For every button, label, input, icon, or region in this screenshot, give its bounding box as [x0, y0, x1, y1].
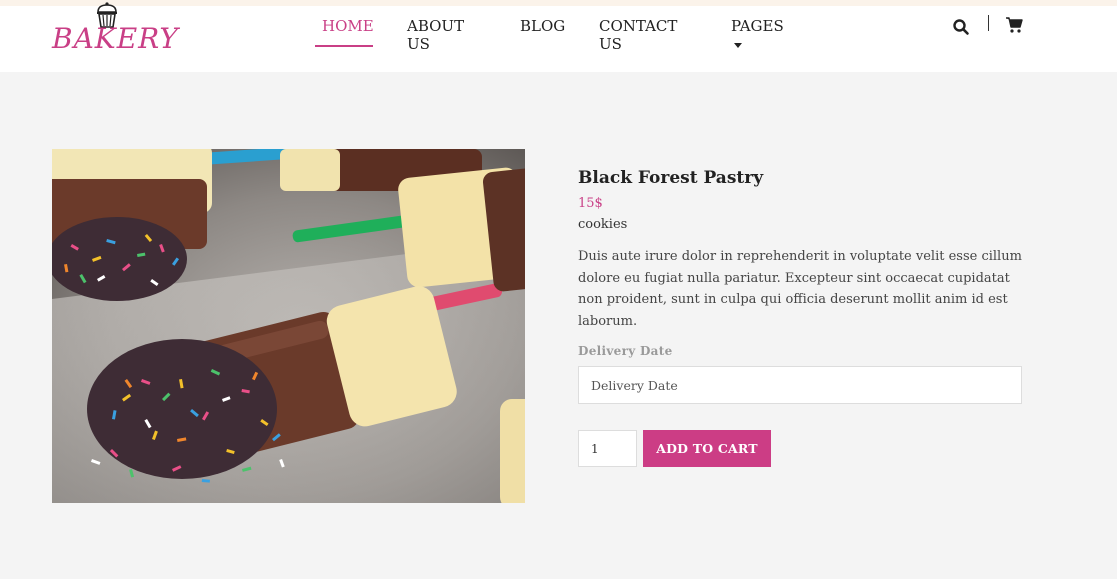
nav-pages-dropdown[interactable]: PAGES — [731, 17, 784, 53]
bakery-logo[interactable]: BAKERY — [52, 2, 178, 68]
header-divider — [988, 15, 989, 31]
logo-text: BAKERY — [52, 22, 179, 55]
add-to-cart-button[interactable]: ADD TO CART — [643, 430, 771, 467]
caret-down-icon — [734, 42, 742, 48]
search-icon[interactable] — [952, 18, 970, 36]
nav-blog[interactable]: BLOG — [520, 17, 565, 35]
product-description: Duis aute irure dolor in reprehenderit i… — [578, 249, 1022, 329]
active-nav-underline — [315, 45, 373, 47]
nav-home[interactable]: HOME — [322, 17, 374, 35]
product-category: cookies — [578, 217, 628, 232]
add-to-cart-row: ADD TO CART — [578, 430, 1022, 467]
cart-icon[interactable] — [1005, 16, 1023, 34]
product-image — [52, 149, 525, 503]
delivery-date-label: Delivery Date — [578, 344, 673, 358]
nav-about-us[interactable]: ABOUT US — [407, 17, 464, 53]
product-title: Black Forest Pastry — [578, 168, 764, 188]
product-price: 15$ — [578, 196, 603, 211]
popsicle-photo — [52, 149, 525, 503]
product-details: Black Forest Pastry 15$ cookies Duis aut… — [578, 166, 1022, 467]
quantity-input[interactable] — [578, 430, 637, 467]
delivery-date-input[interactable] — [578, 366, 1022, 404]
nav-pages-label: PAGES — [731, 17, 784, 35]
nav-contact-us[interactable]: CONTACT US — [599, 17, 677, 53]
site-header: BAKERY HOME ABOUT US BLOG CONTACT US PAG… — [0, 2, 1117, 72]
